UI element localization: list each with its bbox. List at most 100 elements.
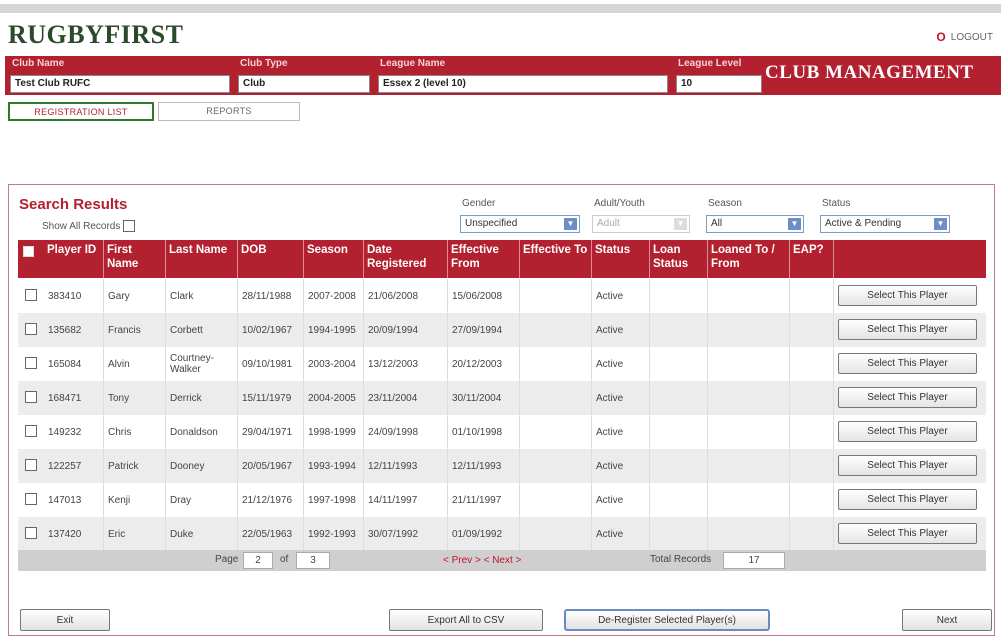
status: Active	[592, 381, 650, 415]
col-first-name[interactable]: First Name	[104, 240, 166, 278]
adult-youth-select[interactable]: Adult ▼	[592, 215, 690, 233]
last-name: Clark	[166, 279, 238, 313]
effective-from: 01/10/1998	[448, 415, 520, 449]
col-loan-status[interactable]: Loan Status	[650, 240, 708, 278]
col-player-id[interactable]: Player ID	[44, 240, 104, 278]
status-select[interactable]: Active & Pending ▼	[820, 215, 950, 233]
season: 1997-1998	[304, 483, 364, 517]
effective-from: 15/06/2008	[448, 279, 520, 313]
status-value: Active & Pending	[825, 218, 902, 229]
row-checkbox[interactable]	[25, 459, 37, 471]
first-name: Eric	[104, 517, 166, 551]
eap	[790, 415, 834, 449]
player-id: 137420	[44, 517, 104, 551]
effective-from: 27/09/1994	[448, 313, 520, 347]
page-number-input[interactable]: 2	[243, 552, 273, 569]
status: Active	[592, 517, 650, 551]
col-loaned-to-from[interactable]: Loaned To / From	[708, 240, 790, 278]
dob: 10/02/1967	[238, 313, 304, 347]
select-player-button[interactable]: Select This Player	[838, 421, 977, 442]
prev-next-links[interactable]: < Prev > < Next >	[443, 555, 521, 566]
first-name: Alvin	[104, 347, 166, 381]
row-checkbox[interactable]	[25, 425, 37, 437]
select-all-checkbox[interactable]	[23, 246, 34, 257]
eap	[790, 517, 834, 551]
rugbyfirst-logo: RUGBYFIRST	[8, 20, 184, 49]
row-checkbox[interactable]	[25, 391, 37, 403]
first-name: Chris	[104, 415, 166, 449]
page-label: Page	[215, 554, 239, 565]
season: 2003-2004	[304, 347, 364, 381]
league-level-field[interactable]: 10	[676, 75, 762, 93]
club-name-field[interactable]: Test Club RUFC	[10, 75, 230, 93]
select-player-button[interactable]: Select This Player	[838, 285, 977, 306]
select-player-button[interactable]: Select This Player	[838, 353, 977, 374]
select-player-button[interactable]: Select This Player	[838, 387, 977, 408]
effective-from: 20/12/2003	[448, 347, 520, 381]
status-label: Status	[822, 198, 851, 209]
col-dob[interactable]: DOB	[238, 240, 304, 278]
logout-label: LOGOUT	[950, 31, 993, 43]
club-type-field[interactable]: Club	[238, 75, 370, 93]
col-eap[interactable]: EAP?	[790, 240, 834, 278]
table-row: 147013 Kenji Dray 21/12/1976 1997-1998 1…	[18, 483, 986, 517]
tab-registration-list[interactable]: REGISTRATION LIST	[8, 102, 154, 121]
status: Active	[592, 313, 650, 347]
chevron-down-icon: ▼	[934, 218, 947, 230]
col-effective-from[interactable]: Effective From	[448, 240, 520, 278]
league-name-field[interactable]: Essex 2 (level 10)	[378, 75, 668, 93]
show-all-label: Show All Records	[42, 220, 121, 232]
player-id: 149232	[44, 415, 104, 449]
last-name: Donaldson	[166, 415, 238, 449]
season-label: Season	[708, 198, 742, 209]
select-player-button[interactable]: Select This Player	[838, 489, 977, 510]
row-checkbox[interactable]	[25, 527, 37, 539]
show-all-checkbox[interactable]	[123, 220, 136, 232]
select-player-button[interactable]: Select This Player	[838, 319, 977, 340]
eap	[790, 279, 834, 313]
loaned-to-from	[708, 313, 790, 347]
row-checkbox[interactable]	[25, 323, 37, 335]
club-name-label: Club Name	[12, 58, 65, 69]
logout-link[interactable]: O LOGOUT	[936, 30, 993, 44]
loaned-to-from	[708, 517, 790, 551]
last-name: Courtney-Walker	[166, 347, 238, 381]
club-type-label: Club Type	[240, 58, 288, 69]
player-id: 147013	[44, 483, 104, 517]
date-registered: 20/09/1994	[364, 313, 448, 347]
tab-reports[interactable]: REPORTS	[158, 102, 300, 121]
col-effective-to[interactable]: Effective To	[520, 240, 592, 278]
first-name: Kenji	[104, 483, 166, 517]
season-select[interactable]: All ▼	[706, 215, 804, 233]
col-last-name[interactable]: Last Name	[166, 240, 238, 278]
adult-youth-label: Adult/Youth	[594, 198, 645, 209]
next-button[interactable]: Next	[902, 609, 992, 631]
player-id: 383410	[44, 279, 104, 313]
show-all-records[interactable]: Show All Records	[42, 220, 136, 232]
of-label: of	[280, 554, 289, 565]
loan-status	[650, 381, 708, 415]
dob: 15/11/1979	[238, 381, 304, 415]
col-date-registered[interactable]: Date Registered	[364, 240, 448, 278]
player-id: 122257	[44, 449, 104, 483]
gender-select[interactable]: Unspecified ▼	[460, 215, 580, 233]
deregister-button[interactable]: De-Register Selected Player(s)	[564, 609, 770, 631]
row-checkbox[interactable]	[25, 357, 37, 369]
date-registered: 12/11/1993	[364, 449, 448, 483]
top-strip	[0, 4, 1001, 13]
adult-youth-value: Adult	[597, 218, 620, 229]
row-checkbox[interactable]	[25, 493, 37, 505]
loaned-to-from	[708, 415, 790, 449]
first-name: Gary	[104, 279, 166, 313]
exit-button[interactable]: Exit	[20, 609, 110, 631]
effective-from: 21/11/1997	[448, 483, 520, 517]
loan-status	[650, 279, 708, 313]
select-player-button[interactable]: Select This Player	[838, 455, 977, 476]
season-value: All	[711, 218, 723, 229]
col-status[interactable]: Status	[592, 240, 650, 278]
row-checkbox[interactable]	[25, 289, 37, 301]
eap	[790, 313, 834, 347]
select-player-button[interactable]: Select This Player	[838, 523, 977, 544]
col-season[interactable]: Season	[304, 240, 364, 278]
export-csv-button[interactable]: Export All to CSV	[389, 609, 543, 631]
